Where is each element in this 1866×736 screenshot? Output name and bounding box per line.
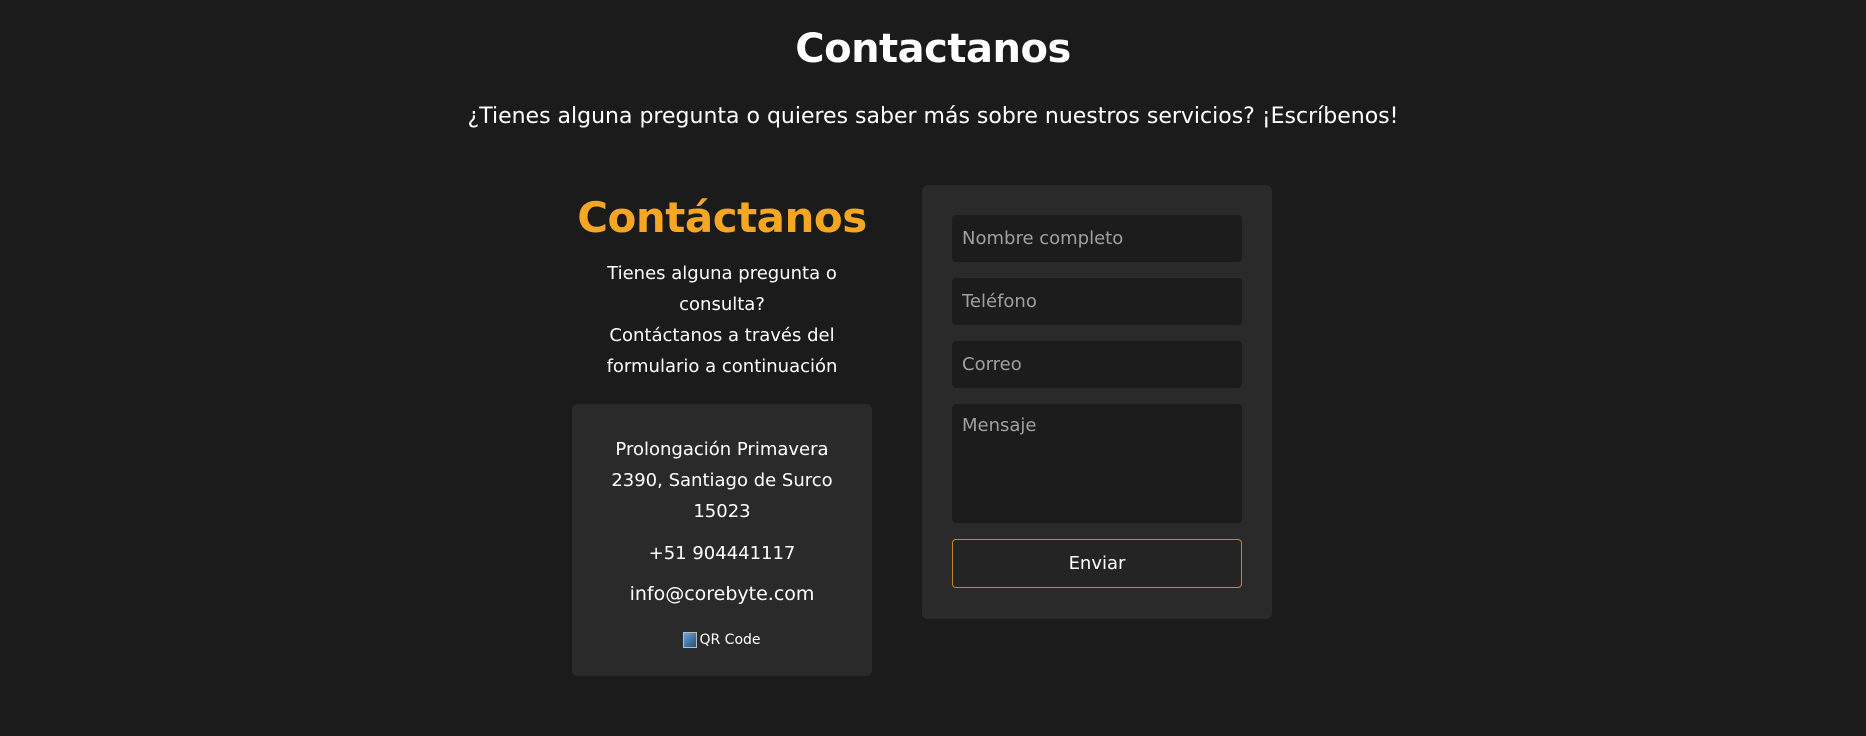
qr-code-alt-text: QR Code bbox=[699, 632, 761, 648]
contact-intro-text: Tienes alguna pregunta o consulta? Contá… bbox=[572, 258, 872, 382]
email-placeholder: Correo bbox=[962, 354, 1022, 375]
send-button[interactable]: Enviar bbox=[952, 539, 1242, 588]
full-name-input[interactable]: Nombre completo bbox=[952, 215, 1242, 262]
phone-placeholder: Teléfono bbox=[962, 291, 1037, 312]
email-input[interactable]: Correo bbox=[952, 341, 1242, 388]
full-name-placeholder: Nombre completo bbox=[962, 228, 1124, 249]
intro-line-2: Contáctanos a través del formulario a co… bbox=[606, 325, 838, 377]
page-subtitle: ¿Tienes alguna pregunta o quieres saber … bbox=[467, 104, 1399, 129]
contact-form: Nombre completo Teléfono Correo Mensaje … bbox=[922, 185, 1272, 619]
address-text: Prolongación Primavera 2390, Santiago de… bbox=[611, 439, 833, 522]
contact-heading: Contáctanos bbox=[577, 193, 867, 242]
contact-page: Contactanos ¿Tienes alguna pregunta o qu… bbox=[0, 0, 1866, 736]
page-title: Contactanos bbox=[795, 26, 1071, 72]
contact-info-card: Prolongación Primavera 2390, Santiago de… bbox=[572, 404, 872, 676]
broken-image-icon bbox=[683, 632, 698, 648]
phone-input[interactable]: Teléfono bbox=[952, 278, 1242, 325]
contact-intro: Contáctanos Tienes alguna pregunta o con… bbox=[572, 190, 872, 382]
qr-code-image: QR Code bbox=[683, 631, 761, 649]
message-textarea[interactable]: Mensaje bbox=[952, 404, 1242, 523]
message-placeholder: Mensaje bbox=[962, 415, 1037, 436]
email-text: info@corebyte.com bbox=[629, 583, 815, 605]
intro-line-1: Tienes alguna pregunta o consulta? bbox=[607, 263, 837, 315]
phone-text: +51 904441117 bbox=[648, 543, 796, 564]
